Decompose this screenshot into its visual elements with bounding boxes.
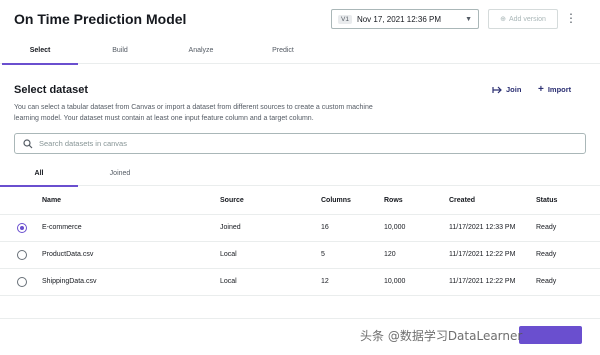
page-header: On Time Prediction Model V1 Nov 17, 2021… xyxy=(0,0,600,38)
cell-created: 11/17/2021 12:22 PM xyxy=(449,278,516,285)
cell-rows: 10,000 xyxy=(384,224,406,231)
plus-icon: ⊕ xyxy=(500,16,506,23)
section-title: Select dataset xyxy=(14,84,88,96)
col-status: Status xyxy=(536,197,558,204)
cell-source: Local xyxy=(220,251,237,258)
join-label: Join xyxy=(506,85,522,94)
watermark: 头条 @数据学习DataLearner xyxy=(360,329,523,343)
cell-name: ProductData.csv xyxy=(42,251,94,258)
more-options-icon[interactable]: ⋮ xyxy=(565,10,577,28)
join-icon xyxy=(492,86,502,93)
col-source: Source xyxy=(220,197,244,204)
version-date: Nov 17, 2021 12:36 PM xyxy=(356,14,442,24)
step-predict[interactable]: Predict xyxy=(245,38,321,64)
cell-source: Local xyxy=(220,278,237,285)
col-created: Created xyxy=(449,197,476,204)
footer-divider xyxy=(0,318,600,319)
version-badge: V1 xyxy=(338,14,352,24)
cell-rows: 120 xyxy=(384,251,396,258)
primary-action-button[interactable] xyxy=(519,326,582,344)
dataset-search[interactable] xyxy=(14,133,586,154)
col-name: Name xyxy=(42,197,62,204)
row-radio[interactable] xyxy=(17,250,27,260)
cell-status: Ready xyxy=(536,278,557,285)
tab-all[interactable]: All xyxy=(0,164,78,187)
table-row[interactable]: ProductData.csv Local 5 120 11/17/2021 1… xyxy=(0,242,600,269)
table-row[interactable]: E-commerce Joined 16 10,000 11/17/2021 1… xyxy=(0,215,600,242)
cell-source: Joined xyxy=(220,224,241,231)
step-analyze[interactable]: Analyze xyxy=(163,38,239,64)
cell-columns: 12 xyxy=(321,278,329,285)
cell-created: 11/17/2021 12:22 PM xyxy=(449,251,516,258)
cell-created: 11/17/2021 12:33 PM xyxy=(449,224,516,231)
step-select[interactable]: Select xyxy=(2,38,78,65)
join-button[interactable]: Join xyxy=(492,85,521,94)
table-row[interactable]: ShippingData.csv Local 12 10,000 11/17/2… xyxy=(0,269,600,296)
add-version-button[interactable]: ⊕ Add version xyxy=(488,9,558,29)
cell-columns: 16 xyxy=(321,224,329,231)
tab-joined[interactable]: Joined xyxy=(80,164,160,186)
col-columns: Columns xyxy=(321,197,351,204)
search-icon xyxy=(23,138,33,148)
search-input[interactable] xyxy=(39,139,539,148)
col-rows: Rows xyxy=(384,197,403,204)
table-header: Name Source Columns Rows Created Status xyxy=(0,188,600,215)
import-label: Import xyxy=(547,85,572,94)
import-button[interactable]: + Import xyxy=(538,83,572,95)
dataset-tabs: All Joined xyxy=(0,164,600,187)
row-radio[interactable] xyxy=(17,223,27,233)
page-title: On Time Prediction Model xyxy=(14,11,187,27)
plus-icon: + xyxy=(538,83,544,95)
cell-name: E-commerce xyxy=(42,224,82,231)
chevron-down-icon: ▼ xyxy=(465,15,472,23)
cell-columns: 5 xyxy=(321,251,325,258)
cell-rows: 10,000 xyxy=(384,278,406,285)
step-build[interactable]: Build xyxy=(82,38,158,64)
cell-name: ShippingData.csv xyxy=(42,278,97,285)
cell-status: Ready xyxy=(536,224,557,231)
dataset-table: Name Source Columns Rows Created Status … xyxy=(0,188,600,296)
add-version-label: Add version xyxy=(508,15,546,23)
row-radio[interactable] xyxy=(17,277,27,287)
section-description: You can select a tabular dataset from Ca… xyxy=(14,104,373,122)
version-select[interactable]: V1 Nov 17, 2021 12:36 PM ▼ xyxy=(331,9,479,29)
cell-status: Ready xyxy=(536,251,557,258)
workflow-steps: Select Build Analyze Predict xyxy=(0,38,600,65)
